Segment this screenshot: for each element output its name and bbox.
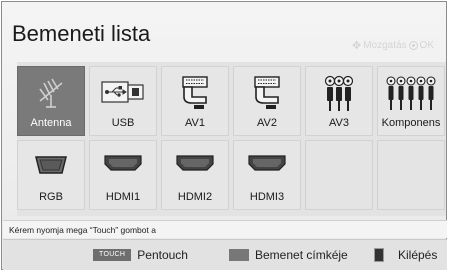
input-label: AV1 [185,117,205,129]
move-arrows-icon: ✥ [351,40,362,52]
exit-label: Kilépés [398,248,438,262]
input-tile-usb[interactable]: USB [89,66,157,136]
input-tile-hdmi1[interactable]: HDMI1 [89,140,157,210]
input-label: HDMI3 [249,191,285,203]
ok-hint-label: OK [419,40,434,51]
vga-icon [34,155,68,180]
pentouch-label: Pentouch [137,248,188,262]
input-tile-av1[interactable]: AV1 [161,66,229,136]
bottom-button-bar: TOUCH Pentouch Bemenet címkéje Kilépés [3,239,447,270]
input-grid: Antenna USB AV1 AV2 AV3 Komponens RGB HD… [17,62,446,216]
status-message: Kérem nyomja mega “Touch” gombot a [3,220,447,238]
rca-icon [323,75,355,118]
input-label: HDMI1 [105,191,141,203]
grey-key-icon [229,249,249,261]
input-label: Antenna [30,117,72,129]
input-tile-av3[interactable]: AV3 [305,66,373,136]
page-title: Bemeneti lista [12,21,151,46]
input-label-button-label: Bemenet címkéje [255,248,348,262]
input-label-button[interactable]: Bemenet címkéje [229,246,348,264]
exit-button[interactable]: Kilépés [374,246,437,264]
component-icon [386,75,436,118]
input-tile-rgb[interactable]: RGB [17,140,85,210]
input-label: HDMI2 [177,191,213,203]
input-tile-av2[interactable]: AV2 [233,66,301,136]
input-tile-hdmi3[interactable]: HDMI3 [233,140,301,210]
antenna-icon [34,75,68,114]
input-list-panel: Bemeneti lista ✥ Mozgatás OK Antenna USB… [1,1,447,270]
empty-tile [305,140,373,210]
input-label: RGB [39,191,63,203]
scart-icon [180,75,210,116]
hdmi-icon [248,155,286,176]
input-label: Komponens [381,117,441,129]
hdmi-icon [104,155,142,176]
move-hint-label: Mozgatás [363,40,407,51]
input-label: AV2 [257,117,277,129]
ok-button-icon [408,41,418,50]
usb-icon [101,81,145,108]
exit-icon [374,248,384,262]
navigation-hint: ✥ Mozgatás OK [352,39,434,52]
input-label: AV3 [329,117,349,129]
pentouch-button[interactable]: TOUCH Pentouch [93,246,188,264]
input-label: USB [111,117,135,129]
empty-tile [377,140,445,210]
input-tile-hdmi2[interactable]: HDMI2 [161,140,229,210]
input-tile-komponens[interactable]: Komponens [377,66,445,136]
scart-icon [252,75,282,116]
touch-key-icon: TOUCH [93,249,132,261]
hdmi-icon [176,155,214,176]
input-tile-antenna[interactable]: Antenna [17,66,85,136]
